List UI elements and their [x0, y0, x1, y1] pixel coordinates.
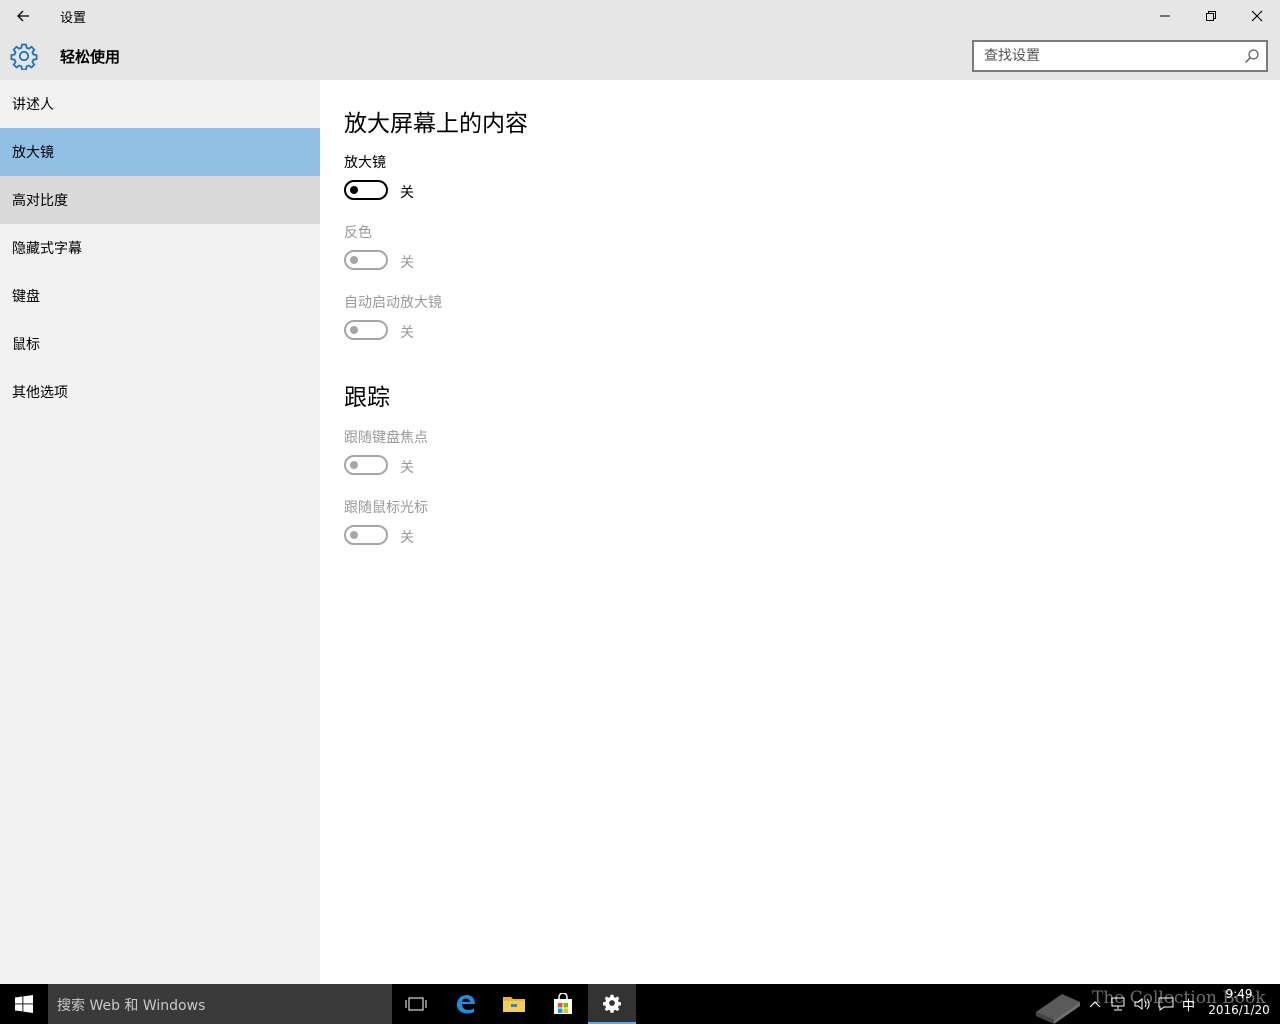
system-tray: 中	[1088, 984, 1195, 1024]
store-button[interactable]	[539, 984, 587, 1024]
toggle-knob	[350, 326, 358, 334]
sidebar: 讲述人 放大镜 高对比度 隐藏式字幕 键盘 鼠标 其他选项	[0, 80, 320, 984]
search-input[interactable]	[984, 42, 1234, 70]
start-button[interactable]	[0, 984, 48, 1024]
window-title: 设置	[60, 11, 87, 26]
follow-keyboard-state: 关	[400, 460, 414, 476]
file-explorer-icon	[503, 997, 525, 1012]
taskbar: 搜索 Web 和 Windows The Collection Book 中 9…	[0, 984, 1280, 1024]
chevron-up-icon[interactable]	[1088, 997, 1102, 1011]
sidebar-item-label: 高对比度	[12, 193, 68, 209]
file-explorer-button[interactable]	[490, 984, 538, 1024]
clock[interactable]: 9:49 2016/1/20	[1204, 986, 1274, 1018]
section-title-tracking: 跟踪	[344, 385, 390, 411]
sidebar-item-narrator[interactable]: 讲述人	[0, 80, 320, 128]
clock-date: 2016/1/20	[1208, 1003, 1270, 1017]
autostart-label: 自动启动放大镜	[344, 295, 442, 311]
title-bar: 设置	[0, 0, 1280, 32]
sidebar-item-label: 讲述人	[12, 97, 54, 113]
follow-mouse-toggle[interactable]	[344, 525, 388, 545]
restore-button[interactable]	[1188, 0, 1234, 32]
main-content: 放大屏幕上的内容 放大镜 关 反色 关 自动启动放大镜 关 跟踪 跟随键盘焦点 …	[320, 80, 1280, 984]
search-box[interactable]	[972, 40, 1268, 72]
sidebar-item-mouse[interactable]: 鼠标	[0, 320, 320, 368]
sidebar-item-other-options[interactable]: 其他选项	[0, 368, 320, 416]
store-icon	[554, 993, 572, 1014]
sidebar-item-closed-captions[interactable]: 隐藏式字幕	[0, 224, 320, 272]
taskbar-search-text: 搜索 Web 和 Windows	[57, 998, 206, 1014]
sidebar-item-label: 鼠标	[12, 337, 40, 353]
follow-mouse-state: 关	[400, 530, 414, 546]
magnifier-label: 放大镜	[344, 155, 386, 171]
follow-mouse-label: 跟随鼠标光标	[344, 500, 428, 516]
invert-toggle[interactable]	[344, 250, 388, 270]
minimize-button[interactable]	[1142, 0, 1188, 32]
sidebar-item-label: 隐藏式字幕	[12, 241, 82, 257]
invert-label: 反色	[344, 225, 372, 241]
settings-icon	[603, 994, 621, 1013]
back-arrow-icon	[17, 10, 29, 22]
autostart-state: 关	[400, 325, 414, 341]
follow-keyboard-label: 跟随键盘焦点	[344, 430, 428, 446]
windows-start-icon	[15, 995, 33, 1013]
sidebar-item-label: 其他选项	[12, 385, 68, 401]
restore-icon	[1206, 11, 1216, 21]
toggle-knob	[350, 186, 358, 194]
edge-button[interactable]	[442, 984, 490, 1024]
volume-icon[interactable]	[1134, 997, 1150, 1011]
follow-keyboard-toggle[interactable]	[344, 455, 388, 475]
book-icon	[1036, 994, 1080, 1024]
toggle-knob	[350, 531, 358, 539]
taskbar-search[interactable]: 搜索 Web 和 Windows	[48, 984, 392, 1024]
action-center-icon[interactable]	[1158, 997, 1174, 1011]
page-header: 轻松使用	[0, 32, 1280, 80]
network-icon[interactable]	[1110, 997, 1126, 1011]
magnifier-state: 关	[400, 185, 414, 201]
settings-taskbar-button[interactable]	[588, 984, 636, 1024]
sidebar-item-keyboard[interactable]: 键盘	[0, 272, 320, 320]
search-icon[interactable]	[1244, 48, 1260, 64]
invert-state: 关	[400, 255, 414, 271]
back-button[interactable]	[0, 0, 46, 32]
toggle-knob	[350, 461, 358, 469]
sidebar-item-magnifier[interactable]: 放大镜	[0, 128, 320, 176]
page-title: 轻松使用	[60, 48, 121, 66]
sidebar-item-label: 放大镜	[12, 145, 54, 161]
close-icon	[1251, 10, 1263, 22]
toggle-knob	[350, 256, 358, 264]
autostart-toggle[interactable]	[344, 320, 388, 340]
clock-time: 9:49	[1225, 987, 1253, 1001]
gear-icon	[10, 43, 38, 70]
sidebar-item-label: 键盘	[12, 289, 40, 305]
task-view-button[interactable]	[392, 984, 440, 1024]
minimize-icon	[1160, 15, 1170, 17]
section-title-magnify: 放大屏幕上的内容	[344, 111, 528, 137]
task-view-icon	[405, 997, 427, 1011]
magnifier-toggle[interactable]	[344, 180, 388, 200]
edge-icon	[457, 995, 475, 1014]
close-button[interactable]	[1234, 0, 1280, 32]
ime-indicator[interactable]: 中	[1182, 995, 1195, 1014]
sidebar-item-high-contrast[interactable]: 高对比度	[0, 176, 320, 224]
